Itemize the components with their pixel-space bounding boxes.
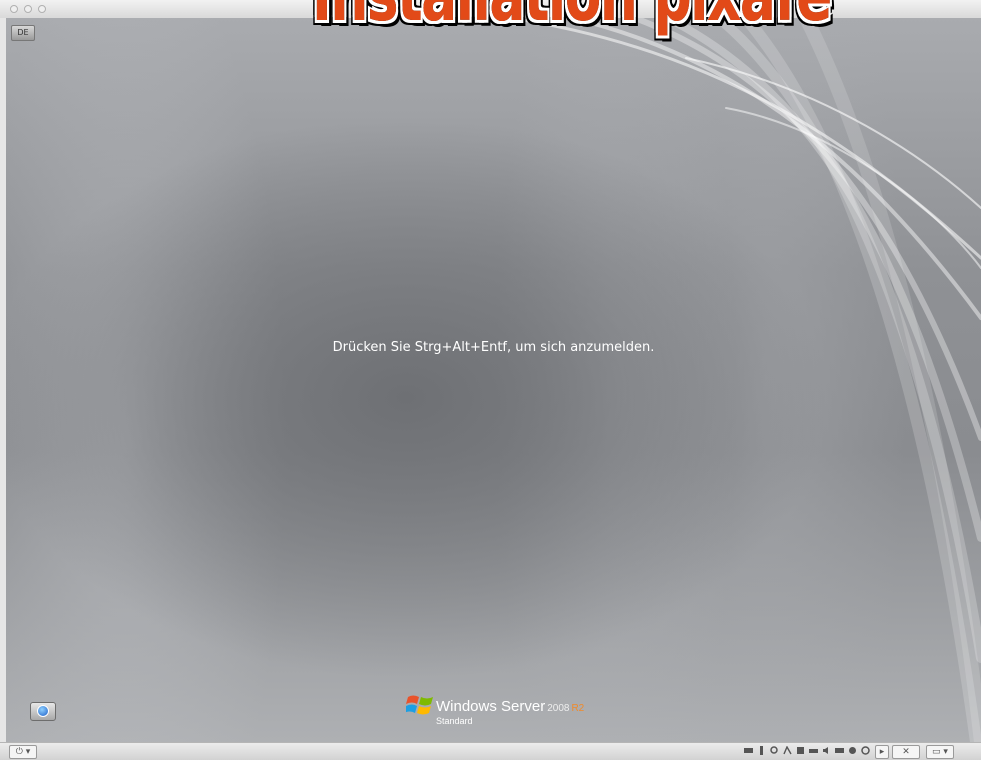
window-mode-button[interactable]: ▭ ▾ xyxy=(926,745,954,759)
windows-login-screen: DE Drücken Sie Strg+Alt+Entf, um sich an… xyxy=(6,18,981,742)
printer-icon[interactable] xyxy=(809,746,818,755)
disk-icon[interactable] xyxy=(861,746,870,755)
zoom-window-button[interactable] xyxy=(38,5,46,13)
background-swirl xyxy=(501,18,981,742)
keyboard-icon[interactable] xyxy=(744,746,753,755)
display-icon[interactable] xyxy=(835,746,844,755)
power-menu-button[interactable]: ⏻ ▾ xyxy=(9,745,37,759)
usb-icon[interactable] xyxy=(757,746,766,755)
product-edition: Standard xyxy=(436,716,473,726)
search-icon[interactable] xyxy=(770,746,779,755)
ease-of-access-button[interactable] xyxy=(30,702,56,721)
login-prompt: Drücken Sie Strg+Alt+Entf, um sich anzum… xyxy=(332,340,655,355)
ease-of-access-icon xyxy=(37,705,49,717)
product-name: Windows Server xyxy=(436,698,546,715)
network-icon[interactable] xyxy=(783,746,792,755)
product-release: R2 xyxy=(571,703,585,714)
language-indicator[interactable]: DE xyxy=(11,25,35,41)
camera-icon[interactable] xyxy=(848,746,857,755)
product-version: 2008 xyxy=(547,703,570,714)
tools-button[interactable]: ✕ xyxy=(892,745,920,759)
overlay-title: Installation pixafe xyxy=(312,0,832,48)
close-window-button[interactable] xyxy=(10,5,18,13)
minimize-window-button[interactable] xyxy=(24,5,32,13)
floppy-icon[interactable] xyxy=(796,746,805,755)
audio-icon[interactable] xyxy=(822,746,831,755)
windows-flag-icon xyxy=(406,695,433,715)
vm-statusbar: ⏻ ▾ ▸ ✕ ▭ ▾ xyxy=(0,742,981,760)
play-button[interactable]: ▸ xyxy=(875,745,889,759)
